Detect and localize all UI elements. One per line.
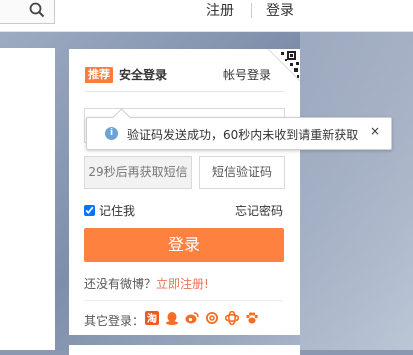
svg-text:淘: 淘 <box>147 312 157 325</box>
lower-card <box>69 345 300 355</box>
top-bar: 注册 登录 <box>0 0 413 32</box>
tooltip-message: 验证码发送成功，60秒内未收到请重新获取 <box>127 128 359 142</box>
paw-icon[interactable] <box>245 311 259 325</box>
sms-code-input[interactable]: 短信验证码 <box>199 156 285 189</box>
remember-me-label: 记住我 <box>99 204 136 218</box>
info-icon: i <box>105 127 118 140</box>
background-shine <box>300 30 413 350</box>
other-login-divider <box>84 300 283 301</box>
qq-icon[interactable] <box>165 311 179 325</box>
weibo-icon[interactable] <box>185 311 199 325</box>
register-now-link[interactable]: 立即注册! <box>156 277 209 291</box>
login-button[interactable]: 登录 <box>84 228 284 262</box>
taobao-icon[interactable]: 淘 <box>145 311 159 325</box>
360-icon[interactable] <box>205 311 219 325</box>
register-prompt: 还没有微博？立即注册! <box>84 275 209 292</box>
resend-sms-button[interactable]: 29秒后再获取短信 <box>84 156 192 189</box>
sms-sent-tooltip: i 验证码发送成功，60秒内未收到请重新获取 × <box>86 108 392 150</box>
tab-account-login[interactable]: 帐号登录 <box>223 66 271 83</box>
remember-me-checkbox[interactable] <box>84 205 95 216</box>
other-login-label: 其它登录： <box>84 314 145 328</box>
tab-divider <box>85 91 284 92</box>
login-link[interactable]: 登录 <box>266 0 294 22</box>
search-icon <box>29 2 45 18</box>
recommend-badge: 推荐 <box>85 67 113 83</box>
tab-safe-login[interactable]: 安全登录 <box>119 66 167 83</box>
search-button[interactable] <box>0 0 55 24</box>
login-tabs: 推荐 安全登录 帐号登录 <box>85 67 284 89</box>
top-divider <box>251 3 252 18</box>
remember-me[interactable]: 记住我 <box>84 202 135 219</box>
tianyi-icon[interactable] <box>225 311 239 325</box>
no-account-text: 还没有微博？ <box>84 277 157 291</box>
forgot-password-link[interactable]: 忘记密码 <box>235 202 283 219</box>
register-link[interactable]: 注册 <box>206 0 234 22</box>
close-icon[interactable]: × <box>370 124 380 138</box>
left-content-panel <box>0 48 55 350</box>
login-card: 推荐 安全登录 帐号登录 29秒后再获取短信 短信验证码 记住我 忘记密码 登录… <box>69 49 300 335</box>
